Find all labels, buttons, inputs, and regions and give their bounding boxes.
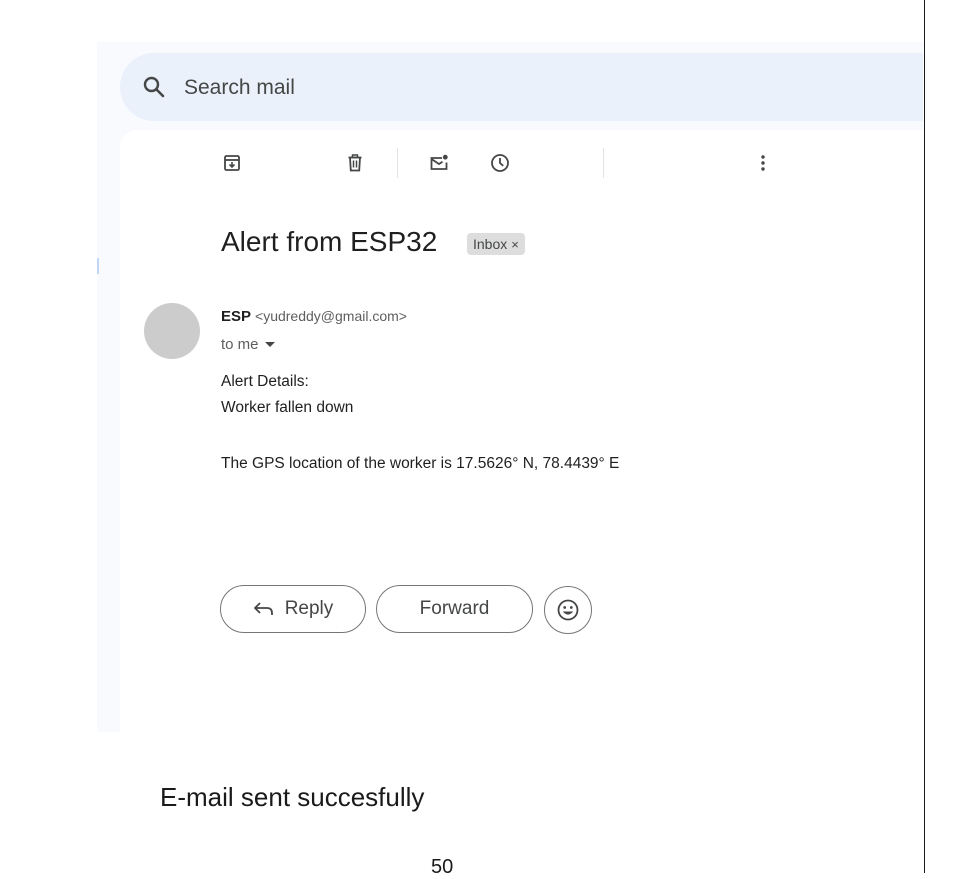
sidebar-edge	[97, 258, 99, 274]
forward-button[interactable]: Forward	[376, 585, 533, 633]
caret-down-icon	[264, 342, 275, 347]
delete-button[interactable]	[339, 147, 371, 179]
archive-icon	[224, 155, 240, 171]
reply-icon	[253, 602, 273, 615]
email-card: Alert from ESP32 Inbox × ESP <yudreddy@gm…	[120, 130, 923, 732]
emoji-icon	[557, 599, 579, 621]
search-input[interactable]	[182, 71, 786, 105]
reply-label: Reply	[284, 598, 334, 619]
page-number: 50	[431, 856, 454, 878]
figure-caption: E-mail sent succesfully	[160, 782, 425, 812]
remove-label-icon[interactable]: ×	[511, 237, 519, 252]
trash-icon	[348, 154, 362, 172]
email-subject: Alert from ESP32	[221, 226, 438, 257]
email-body-line: The GPS location of the worker is 17.562…	[221, 455, 620, 472]
more-vert-icon	[761, 155, 765, 171]
email-body-line: Alert Details:	[221, 373, 309, 390]
forward-label: Forward	[419, 598, 490, 619]
search-icon[interactable]	[142, 75, 166, 99]
sender-name[interactable]: ESP	[221, 308, 251, 325]
gmail-screenshot: Alert from ESP32 Inbox × ESP<yudreddy@gm…	[97, 42, 923, 732]
snooze-button[interactable]	[484, 147, 516, 179]
sender-email: <yudreddy@gmail.com>	[255, 308, 407, 324]
search-bar[interactable]	[120, 53, 923, 121]
more-options-button[interactable]	[747, 147, 779, 179]
toolbar-divider	[397, 148, 398, 178]
emoji-reaction-button[interactable]	[544, 586, 592, 634]
mark-unread-button[interactable]	[423, 147, 455, 179]
inbox-label-chip[interactable]: Inbox ×	[467, 233, 525, 255]
recipient-text: to me	[221, 336, 259, 353]
page-border-line	[924, 0, 925, 873]
clock-icon	[491, 154, 509, 172]
avatar[interactable]	[144, 303, 200, 359]
archive-button[interactable]	[216, 147, 248, 179]
inbox-label-text: Inbox	[473, 236, 508, 252]
sender-line: ESP <yudreddy@gmail.com>	[221, 308, 407, 325]
recipient-details-toggle[interactable]: to me	[221, 336, 275, 353]
toolbar-divider	[603, 148, 604, 178]
mark-unread-icon	[430, 154, 448, 170]
email-body-line: Worker fallen down	[221, 399, 354, 416]
reply-button[interactable]: Reply	[220, 585, 366, 633]
